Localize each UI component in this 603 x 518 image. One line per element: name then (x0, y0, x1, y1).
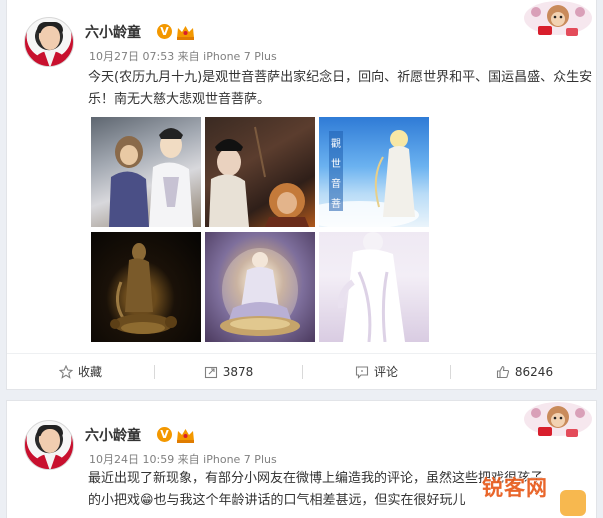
comment-label: 评论 (373, 365, 398, 379)
svg-text:菩: 菩 (331, 198, 341, 210)
like-icon (496, 365, 509, 378)
svg-text:觀: 觀 (331, 138, 341, 150)
post-image[interactable]: 觀 世 音 菩 (319, 117, 429, 227)
verified-badge: V (157, 24, 172, 39)
watermark: 锐客网 (482, 476, 548, 500)
star-icon (58, 364, 73, 379)
comment-icon (355, 365, 369, 379)
svg-text:世: 世 (331, 158, 341, 170)
post-image[interactable] (91, 117, 201, 227)
post-image[interactable] (319, 232, 429, 342)
watermark-logo-icon (560, 490, 586, 516)
post-meta: 10月24日 10:59 来自 iPhone 7 Plus (89, 453, 277, 466)
image-grid: 觀 世 音 菩 (91, 117, 431, 342)
post-image[interactable] (91, 232, 201, 342)
action-bar: 收藏 3878 评论 86246 (7, 353, 596, 389)
comment-button[interactable]: 评论 (303, 354, 450, 390)
post-text: 今天(农历九月十九)是观世音菩萨出家纪念日，回向、祈愿世界和平、国运昌盛、众生安… (88, 70, 593, 107)
post-image[interactable] (205, 232, 315, 342)
post-image[interactable] (205, 117, 315, 227)
crown-icon (177, 429, 194, 443)
monkey-decor-icon (524, 1, 592, 36)
avatar[interactable] (24, 17, 74, 67)
repost-button[interactable]: 3878 (155, 354, 302, 390)
author-name[interactable]: 六小龄童 (85, 425, 141, 445)
monkey-decor-icon (524, 402, 592, 437)
like-button[interactable]: 86246 (451, 354, 598, 390)
avatar[interactable] (24, 420, 74, 470)
post-meta: 10月27日 07:53 来自 iPhone 7 Plus (89, 50, 277, 63)
like-count: 86246 (514, 365, 554, 379)
repost-count: 3878 (222, 365, 254, 379)
favorite-label: 收藏 (77, 365, 102, 379)
crown-icon (177, 26, 194, 40)
svg-text:音: 音 (331, 177, 341, 190)
verified-badge: V (157, 427, 172, 442)
weibo-post-card: 六小龄童 V 10月27日 07:53 来自 iPhone 7 Plus 今天(… (6, 0, 597, 390)
favorite-button[interactable]: 收藏 (7, 354, 154, 390)
repost-icon (204, 366, 217, 378)
author-name[interactable]: 六小龄童 (85, 22, 141, 42)
